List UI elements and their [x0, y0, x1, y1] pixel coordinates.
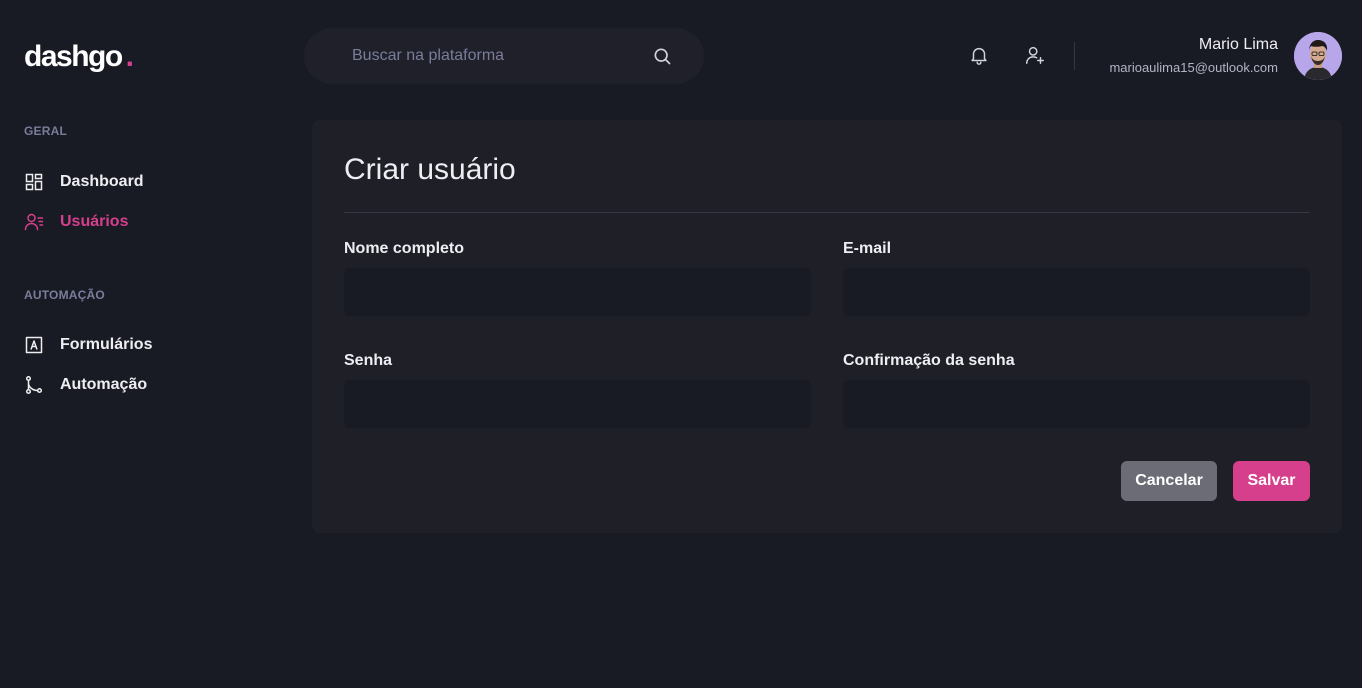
sidebar-item-automacao[interactable]: Automação — [24, 375, 147, 395]
user-add-icon[interactable] — [1024, 44, 1048, 68]
sidebar-section-geral: GERAL — [24, 124, 67, 138]
password-field[interactable] — [344, 380, 811, 428]
header-actions — [968, 44, 1048, 68]
bell-icon[interactable] — [968, 44, 992, 68]
logo[interactable]: dashgo. — [24, 38, 134, 76]
email-label: E-mail — [843, 240, 892, 257]
logo-text: dashgo — [24, 40, 123, 73]
email-field[interactable] — [843, 268, 1310, 316]
create-user-card: Criar usuário Nome completo E-mail Senha… — [312, 120, 1342, 533]
card-divider — [344, 212, 1310, 213]
save-button[interactable]: Salvar — [1233, 461, 1310, 501]
password-confirmation-field[interactable] — [843, 380, 1310, 428]
password-confirmation-label: Confirmação da senha — [843, 352, 1015, 369]
name-label: Nome completo — [344, 240, 465, 257]
dashboard-icon — [24, 172, 44, 192]
profile-name: Mario Lima — [1198, 36, 1278, 53]
password-label: Senha — [344, 352, 393, 369]
search-icon[interactable] — [652, 46, 672, 66]
profile-email: marioaulima15@outlook.com — [1109, 60, 1278, 75]
sidebar-item-dashboard[interactable]: Dashboard — [24, 172, 144, 192]
sidebar-item-label: Dashboard — [60, 173, 144, 190]
sidebar-item-label: Formulários — [60, 336, 153, 353]
avatar[interactable] — [1294, 32, 1342, 80]
users-icon — [24, 212, 44, 232]
name-field[interactable] — [344, 268, 811, 316]
sidebar-item-usuarios[interactable]: Usuários — [24, 212, 128, 232]
logo-dot: . — [125, 40, 134, 73]
sidebar-section-automacao: AUTOMAÇÃO — [24, 288, 105, 302]
form-icon — [24, 335, 44, 355]
git-merge-icon — [24, 375, 44, 395]
page-title: Criar usuário — [344, 153, 516, 186]
search-input[interactable] — [352, 47, 652, 65]
search-bar — [304, 28, 704, 84]
cancel-button[interactable]: Cancelar — [1121, 461, 1217, 501]
sidebar-item-label: Usuários — [60, 213, 129, 230]
sidebar-item-formularios[interactable]: Formulários — [24, 335, 152, 355]
sidebar-item-label: Automação — [60, 376, 148, 393]
header-divider — [1074, 42, 1075, 70]
